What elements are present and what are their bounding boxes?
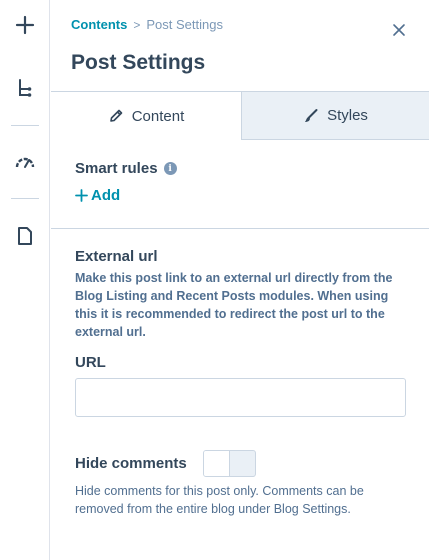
- breadcrumb-current: Post Settings: [146, 17, 223, 32]
- performance-button[interactable]: [0, 142, 50, 182]
- tab-bar: Content Styles: [51, 91, 429, 140]
- speedometer-icon: [15, 157, 35, 168]
- url-input[interactable]: [75, 378, 406, 417]
- hide-comments-row: Hide comments: [75, 450, 256, 477]
- smart-rules-label: Smart rules: [75, 160, 158, 177]
- url-field-label: URL: [75, 354, 106, 371]
- add-button[interactable]: [0, 5, 50, 45]
- document-button[interactable]: [0, 216, 50, 256]
- page-title: Post Settings: [71, 51, 206, 74]
- hide-comments-description: Hide comments for this post only. Commen…: [75, 484, 364, 516]
- tree-structure-icon: [19, 79, 32, 97]
- hide-comments-toggle[interactable]: [202, 450, 256, 477]
- hide-comments-label: Hide comments: [75, 455, 187, 472]
- post-settings-panel: Contents > Post Settings Post Settings C…: [51, 0, 429, 560]
- close-icon: [393, 24, 405, 36]
- breadcrumb-separator: >: [133, 17, 141, 32]
- smart-rules-header: Smart rules i: [75, 160, 177, 177]
- tab-content[interactable]: Content: [51, 91, 241, 140]
- external-url-title: External url: [75, 248, 158, 265]
- toggle-knob: [203, 451, 230, 476]
- rail-divider: [11, 125, 39, 126]
- breadcrumb-contents-link[interactable]: Contents: [71, 17, 127, 32]
- tab-styles[interactable]: Styles: [241, 91, 429, 140]
- brush-icon: [305, 108, 318, 122]
- rail-divider: [11, 198, 39, 199]
- section-divider: [51, 228, 429, 229]
- structure-button[interactable]: [0, 68, 50, 108]
- close-button[interactable]: [391, 22, 407, 38]
- tab-styles-label: Styles: [327, 107, 368, 124]
- add-label: Add: [91, 187, 121, 204]
- document-icon: [18, 227, 32, 245]
- breadcrumb: Contents > Post Settings: [71, 17, 223, 32]
- plus-icon: [75, 189, 88, 202]
- tab-content-label: Content: [131, 107, 185, 125]
- plus-icon: [15, 15, 35, 35]
- info-icon[interactable]: i: [163, 162, 177, 175]
- external-url-description: Make this post link to an external url d…: [75, 271, 393, 339]
- pencil-icon: [109, 109, 123, 122]
- left-rail: [0, 0, 50, 560]
- add-smart-rule-button[interactable]: Add: [75, 187, 120, 204]
